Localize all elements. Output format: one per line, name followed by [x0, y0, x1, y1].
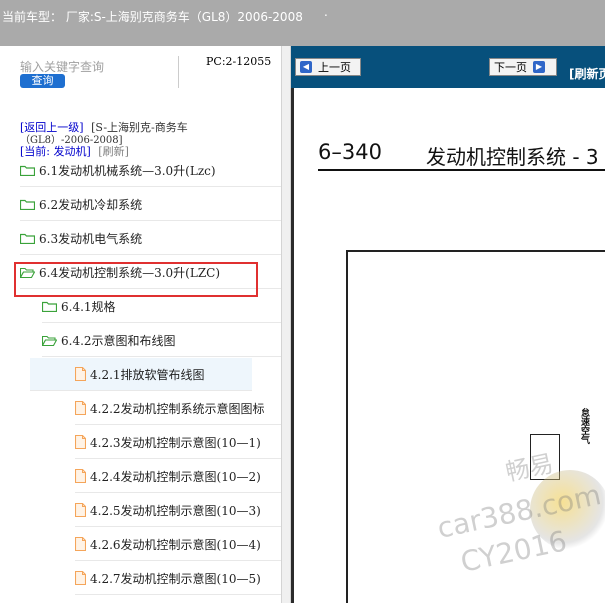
tree-item[interactable]: 4.2.3发动机控制示意图(10—1) [75, 426, 281, 459]
tree-item[interactable]: 4.2.6发动机控制示意图(10—4) [75, 528, 281, 561]
tree-item[interactable]: 4.2.5发动机控制示意图(10—3) [75, 494, 281, 527]
prev-page-button[interactable]: ◀ 上一页 [295, 58, 361, 76]
document-viewer: ◀ 上一页 下一页 ▶ [刷新页 6–340 发动机控制系统 - 3 怠速空气 [291, 46, 605, 603]
document-icon [75, 367, 86, 381]
viewer-toolbar: ◀ 上一页 下一页 ▶ [刷新页 [291, 46, 605, 88]
tree-item[interactable]: 4.2.2发动机控制系统示意图图标 [75, 392, 281, 425]
tree-item-label: 4.2.2发动机控制系统示意图图标 [90, 401, 265, 416]
current-vehicle-label: 当前车型： 厂家:S-上海别克商务车（GL8）2006-2008 [2, 10, 303, 24]
tree-item[interactable]: 6.2发动机冷却系统 [20, 188, 281, 221]
wiring-diagram-frame [346, 250, 605, 603]
tree-item-label: 6.4.1规格 [61, 299, 116, 314]
folder-icon [42, 301, 57, 312]
document-icon [75, 503, 86, 517]
tree-item[interactable]: 6.1发动机机械系统—3.0升(Lzc) [20, 154, 281, 187]
tree-item-label: 4.2.3发动机控制示意图(10—1) [90, 435, 261, 450]
tree-item[interactable]: 4.2.4发动机控制示意图(10—2) [75, 460, 281, 493]
document-icon [75, 537, 86, 551]
tree-item[interactable]: 4.2.1排放软管布线图 [30, 358, 252, 391]
folder-icon [20, 199, 35, 210]
title-bar: 当前车型： 厂家:S-上海别克商务车（GL8）2006-2008 . [0, 0, 605, 46]
pc-code-label: PC:2-12055 [206, 55, 272, 68]
doc-page-number: 6–340 [318, 140, 382, 164]
document-page: 6–340 发动机控制系统 - 3 怠速空气 [291, 88, 605, 603]
tree-item-label: 6.1发动机机械系统—3.0升(Lzc) [39, 163, 216, 178]
doc-page-title: 发动机控制系统 - 3 [426, 145, 599, 169]
diagram-component-label: 怠速空气 [581, 409, 591, 446]
refresh-page-link[interactable]: [刷新页 [569, 65, 605, 82]
folder-icon [20, 165, 35, 176]
panel-splitter[interactable] [281, 46, 291, 603]
tree-item-label: 6.3发动机电气系统 [39, 231, 143, 246]
tree-item[interactable]: 6.3发动机电气系统 [20, 222, 281, 255]
title-bar-mark: . [324, 5, 328, 19]
document-icon [75, 435, 86, 449]
title-rule [318, 169, 605, 171]
tree-item[interactable]: 6.4.2示意图和布线图 [42, 324, 281, 357]
prev-page-label: 上一页 [318, 61, 351, 74]
arrow-right-icon: ▶ [533, 61, 545, 73]
folder-icon [20, 233, 35, 244]
search-button[interactable]: 查询 [20, 74, 65, 88]
tree-item-label: 6.4.2示意图和布线图 [61, 333, 176, 348]
tree-item-label: 6.2发动机冷却系统 [39, 197, 143, 212]
highlight-annotation [14, 262, 258, 297]
tree-item-label: 4.2.5发动机控制示意图(10—3) [90, 503, 261, 518]
tree-item-label: 4.2.6发动机控制示意图(10—4) [90, 537, 261, 552]
next-page-label: 下一页 [494, 61, 527, 74]
tree-item-label: 4.2.7发动机控制示意图(10—5) [90, 571, 261, 586]
tree-item-label: 4.2.4发动机控制示意图(10—2) [90, 469, 261, 484]
next-page-button[interactable]: 下一页 ▶ [489, 58, 557, 76]
document-icon [75, 401, 86, 415]
document-icon [75, 469, 86, 483]
arrow-left-icon: ◀ [300, 61, 312, 73]
tree-item-label: 4.2.1排放软管布线图 [90, 367, 205, 382]
diagram-component-box [530, 434, 560, 480]
folder-open-icon [42, 335, 57, 346]
search-divider [178, 56, 179, 88]
document-icon [75, 571, 86, 585]
tree-item[interactable]: 4.2.7发动机控制示意图(10—5) [75, 562, 281, 595]
left-panel: 查询 PC:2-12055 [返回上一级] [S-上海别克-商务车 （GL8）-… [0, 46, 281, 603]
